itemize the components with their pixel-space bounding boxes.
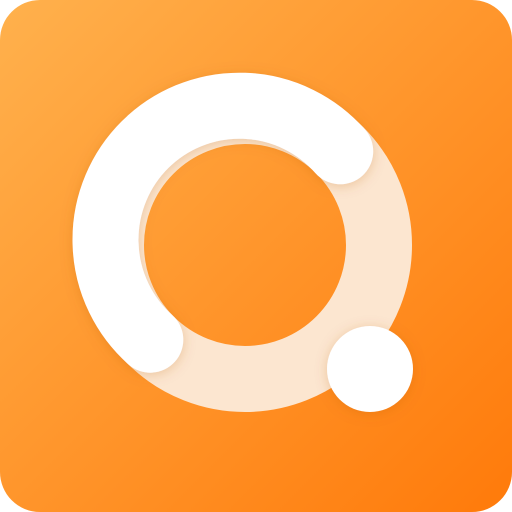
app-icon-graphic [0, 0, 512, 512]
dot-icon [327, 326, 413, 412]
app-icon[interactable] [0, 0, 512, 512]
